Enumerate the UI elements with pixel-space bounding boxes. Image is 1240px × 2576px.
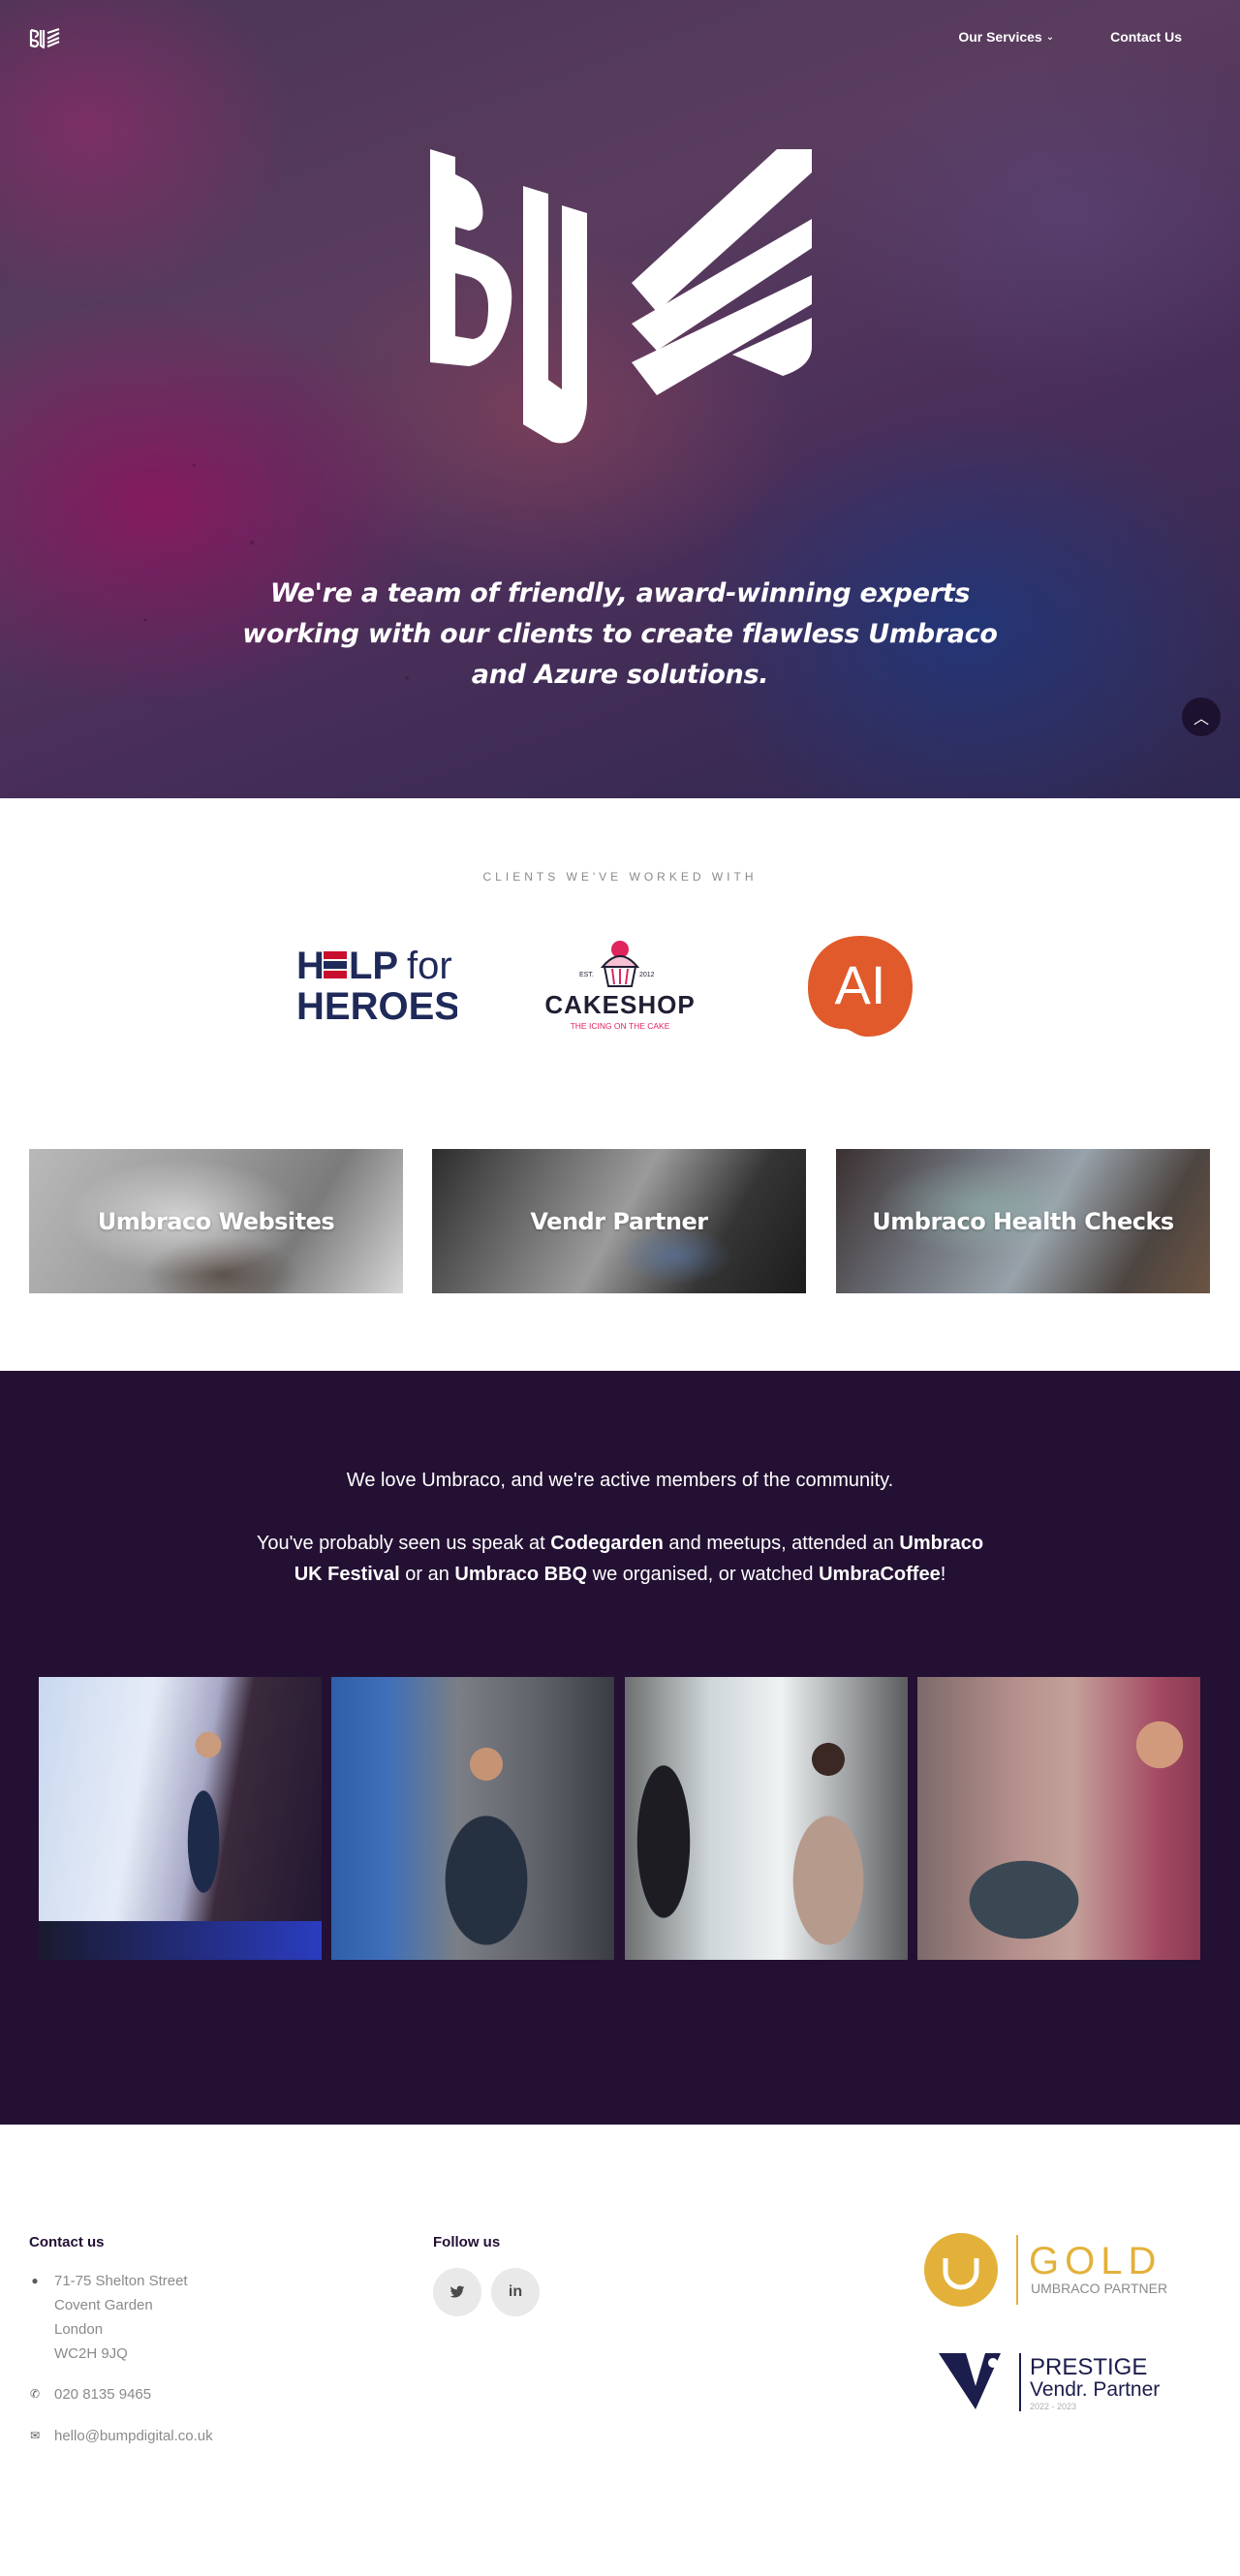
service-label: Umbraco Websites xyxy=(97,1207,335,1235)
codegarden-text: Codegarden xyxy=(550,1533,664,1554)
main-nav: Our Services ⌄ Contact Us xyxy=(958,29,1182,45)
help-for-heroes-logo: H LP for HEROES xyxy=(296,945,457,1023)
service-card-vendr-partner[interactable]: Vendr Partner xyxy=(432,1149,806,1293)
address-line: Covent Garden xyxy=(54,2297,153,2313)
footer: Contact us ● 71-75 Shelton Street Covent… xyxy=(0,2125,1240,2576)
linkedin-icon: in xyxy=(508,2283,523,2300)
service-card-umbraco-websites[interactable]: Umbraco Websites xyxy=(29,1149,403,1293)
community-intro: We love Umbraco, and we're active member… xyxy=(346,1470,894,1491)
speaker-photo xyxy=(39,1677,322,1960)
text: ! xyxy=(940,1564,946,1585)
linkedin-button[interactable]: in xyxy=(491,2268,540,2316)
cakeshop-logo: EST. 2012 CAKESHOP THE ICING ON THE CAKE xyxy=(544,941,695,1031)
meetup-crowd-photo xyxy=(331,1677,614,1960)
nav-our-services-label: Our Services xyxy=(958,29,1042,45)
address-line: London xyxy=(54,2321,104,2338)
svg-text:HEROES: HEROES xyxy=(296,985,457,1023)
address-lines: 71-75 Shelton Street Covent Garden Londo… xyxy=(54,2269,188,2366)
service-label: Vendr Partner xyxy=(530,1207,708,1235)
contact-heading: Contact us xyxy=(29,2234,105,2250)
chevron-up-icon: ︿ xyxy=(1193,711,1209,728)
umbraco-bbq-text: Umbraco BBQ xyxy=(454,1564,588,1585)
stage-floor xyxy=(39,1921,322,1960)
svg-text:2022 - 2023: 2022 - 2023 xyxy=(1030,2402,1076,2411)
email-address[interactable]: hello@bumpdigital.co.uk xyxy=(54,2424,213,2448)
ai-logo: AI xyxy=(808,936,913,1037)
address-block: ● 71-75 Shelton Street Covent Garden Lon… xyxy=(29,2269,188,2366)
address-line: WC2H 9JQ xyxy=(54,2345,128,2362)
umbracoffee-text: UmbraCoffee xyxy=(819,1564,941,1585)
svg-text:LP: LP xyxy=(349,945,398,987)
phone-row[interactable]: ✆ 020 8135 9465 xyxy=(29,2382,151,2406)
nav-contact-us-label: Contact Us xyxy=(1110,29,1182,45)
svg-text:PRESTIGE: PRESTIGE xyxy=(1030,2354,1147,2380)
coding-attendee-photo xyxy=(917,1677,1200,1960)
map-pin-icon: ● xyxy=(31,2274,39,2287)
vendr-prestige-partner-badge: PRESTIGE Vendr. Partner 2022 - 2023 xyxy=(939,2353,1160,2411)
text: You've probably seen us speak at xyxy=(256,1533,551,1554)
envelope-icon: ✉ xyxy=(29,2429,41,2442)
community-section: We love Umbraco, and we're active member… xyxy=(0,1371,1240,2125)
clients-heading: CLIENTS WE'VE WORKED WITH xyxy=(482,870,758,884)
svg-text:THE ICING ON THE CAKE: THE ICING ON THE CAKE xyxy=(571,1021,670,1031)
hero-logo xyxy=(430,149,812,444)
svg-text:UMBRACO PARTNER: UMBRACO PARTNER xyxy=(1031,2281,1167,2296)
svg-text:AI: AI xyxy=(835,954,886,1015)
svg-text:CAKESHOP: CAKESHOP xyxy=(544,990,695,1019)
svg-text:for: for xyxy=(407,945,452,987)
phone-icon: ✆ xyxy=(29,2387,41,2401)
community-details: You've probably seen us speak at Codegar… xyxy=(242,1528,998,1590)
svg-text:EST.: EST. xyxy=(579,972,594,978)
svg-text:H: H xyxy=(296,945,325,987)
follow-heading: Follow us xyxy=(433,2234,501,2250)
svg-text:2012: 2012 xyxy=(639,972,655,978)
text: or an xyxy=(399,1564,455,1585)
text: we organised, or watched xyxy=(587,1564,820,1585)
nav-contact-us[interactable]: Contact Us xyxy=(1110,29,1182,45)
conversation-photo xyxy=(625,1677,908,1960)
nav-our-services[interactable]: Our Services ⌄ xyxy=(958,29,1054,45)
hero: Our Services ⌄ Contact Us We're a team o… xyxy=(0,0,1240,798)
text: and meetups, attended an xyxy=(663,1533,900,1554)
service-label: Umbraco Health Checks xyxy=(872,1207,1174,1235)
email-row[interactable]: ✉ hello@bumpdigital.co.uk xyxy=(29,2424,213,2448)
phone-number[interactable]: 020 8135 9465 xyxy=(54,2382,151,2406)
svg-text:GOLD: GOLD xyxy=(1029,2240,1162,2282)
address-line: 71-75 Shelton Street xyxy=(54,2273,188,2289)
twitter-icon xyxy=(450,2285,465,2298)
nav-logo[interactable] xyxy=(29,27,62,50)
twitter-button[interactable] xyxy=(433,2268,481,2316)
hero-tagline: We're a team of friendly, award-winning … xyxy=(242,578,998,690)
umbraco-gold-partner-badge: GOLD UMBRACO PARTNER xyxy=(924,2233,1167,2307)
svg-text:Vendr. Partner: Vendr. Partner xyxy=(1030,2378,1160,2401)
service-card-umbraco-health-checks[interactable]: Umbraco Health Checks xyxy=(836,1149,1210,1293)
scroll-top-button[interactable]: ︿ xyxy=(1182,698,1221,736)
chevron-down-icon: ⌄ xyxy=(1045,31,1055,43)
